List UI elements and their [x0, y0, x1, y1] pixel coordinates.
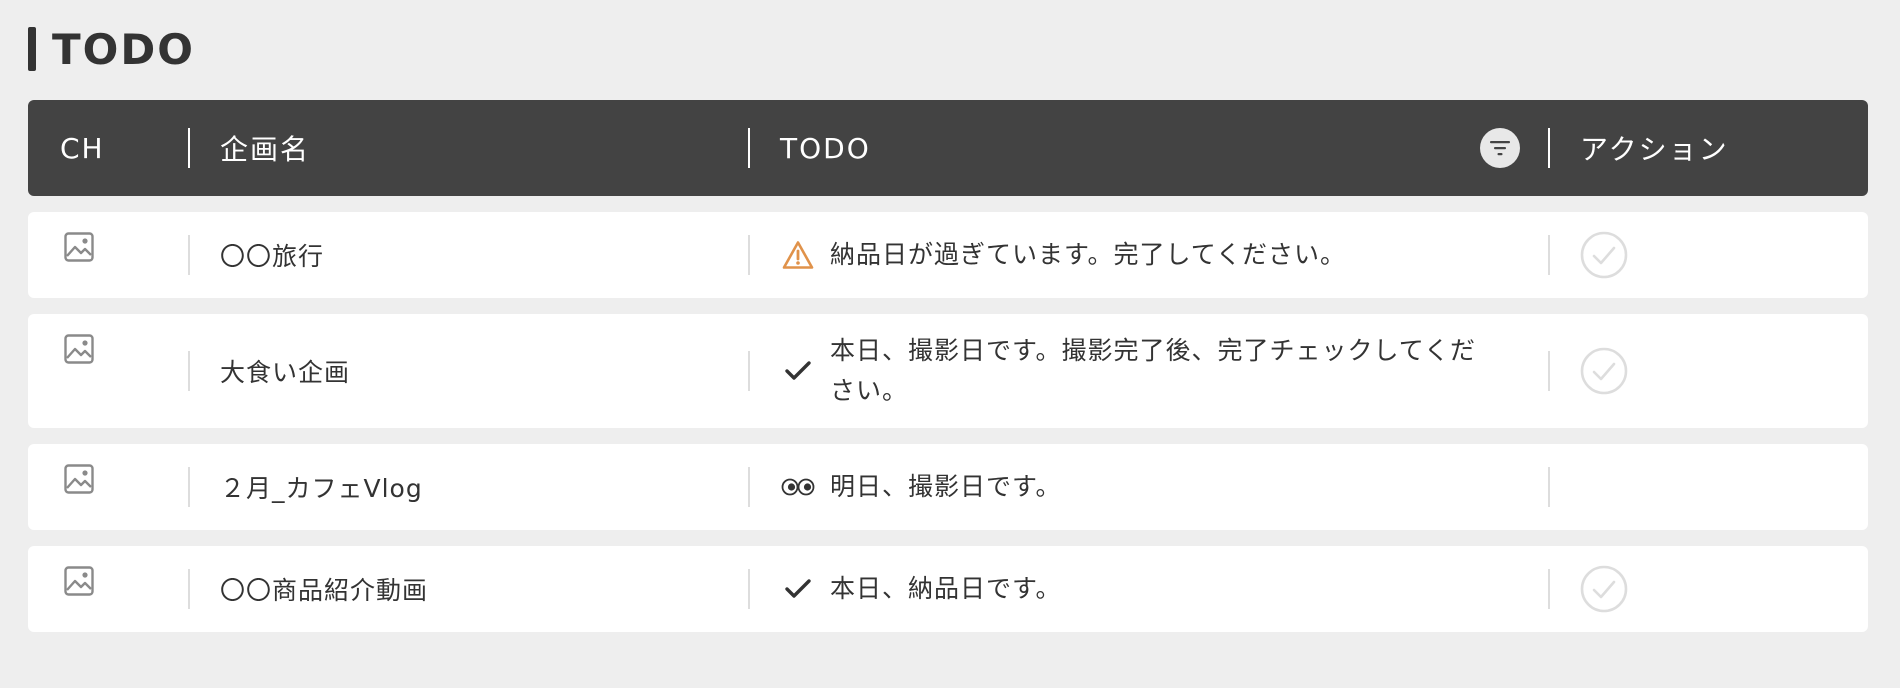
action-cell — [1548, 314, 1868, 428]
ch-cell — [28, 444, 188, 530]
ch-cell — [28, 212, 188, 298]
filter-icon — [1490, 141, 1510, 156]
todo-text: 納品日が過ぎています。完了してください。 — [830, 240, 1347, 269]
column-divider — [188, 351, 190, 391]
image-icon — [64, 566, 94, 596]
column-divider — [1548, 235, 1550, 275]
image-icon — [64, 232, 94, 262]
title-accent-bar — [28, 27, 36, 71]
header-name: 企画名 — [220, 133, 311, 166]
name-cell: 大食い企画 — [188, 314, 748, 428]
todo-cell: 明日、撮影日です。 — [748, 444, 1548, 530]
table-header: CH 企画名 TODO アクション — [28, 100, 1868, 196]
column-divider — [748, 235, 750, 275]
column-divider — [748, 569, 750, 609]
column-divider — [748, 128, 750, 168]
todo-cell: 本日、納品日です。 — [748, 546, 1548, 632]
project-name[interactable]: 大食い企画 — [220, 353, 350, 389]
column-divider — [1548, 128, 1550, 168]
column-divider — [1548, 351, 1550, 391]
table-row[interactable]: 〇〇商品紹介動画 本日、納品日です。 — [28, 546, 1868, 632]
action-cell — [1548, 212, 1868, 298]
column-divider — [748, 351, 750, 391]
table-row[interactable]: 〇〇旅行 納品日が過ぎています。完了してください。 — [28, 212, 1868, 298]
todo-text: 本日、納品日です。 — [830, 574, 1062, 603]
page-title: TODO — [52, 24, 195, 74]
image-icon — [64, 334, 94, 364]
todo-text: 明日、撮影日です。 — [830, 472, 1062, 501]
ch-cell — [28, 314, 188, 428]
column-divider — [1548, 569, 1550, 609]
project-name[interactable]: 〇〇商品紹介動画 — [220, 571, 428, 607]
project-name[interactable]: ２月_カフェVlog — [220, 469, 423, 505]
header-todo-cell: TODO — [748, 100, 1548, 196]
complete-check-button[interactable] — [1580, 231, 1628, 279]
complete-check-button[interactable] — [1580, 347, 1628, 395]
header-action: アクション — [1580, 133, 1729, 166]
name-cell: ２月_カフェVlog — [188, 444, 748, 530]
action-cell — [1548, 546, 1868, 632]
header-name-cell: 企画名 — [188, 100, 748, 196]
eyes-icon — [780, 478, 816, 496]
ch-cell — [28, 546, 188, 632]
header-todo: TODO — [780, 131, 871, 165]
column-divider — [748, 467, 750, 507]
column-divider — [188, 467, 190, 507]
project-name[interactable]: 〇〇旅行 — [220, 237, 324, 273]
todo-table: CH 企画名 TODO アクション 〇〇旅行 納品日が過ぎています。完了してくだ… — [28, 100, 1868, 632]
column-divider — [188, 235, 190, 275]
column-divider — [188, 569, 190, 609]
header-action-cell: アクション — [1548, 100, 1868, 196]
table-row[interactable]: 大食い企画 本日、撮影日です。撮影完了後、完了チェックしてください。 — [28, 314, 1868, 428]
warning-icon — [780, 240, 816, 270]
column-divider — [1548, 467, 1550, 507]
check-icon — [780, 359, 816, 383]
image-icon — [64, 464, 94, 494]
todo-cell: 納品日が過ぎています。完了してください。 — [748, 212, 1548, 298]
action-cell — [1548, 444, 1868, 530]
todo-page: TODO CH 企画名 TODO アクション 〇〇旅行 納品日が過ぎています。完… — [0, 0, 1900, 688]
name-cell: 〇〇旅行 — [188, 212, 748, 298]
header-ch: CH — [60, 131, 105, 165]
column-divider — [188, 128, 190, 168]
filter-button[interactable] — [1480, 128, 1520, 168]
complete-check-button[interactable] — [1580, 565, 1628, 613]
page-title-block: TODO — [28, 24, 195, 74]
todo-text: 本日、撮影日です。撮影完了後、完了チェックしてください。 — [830, 336, 1477, 405]
table-row[interactable]: ２月_カフェVlog 明日、撮影日です。 — [28, 444, 1868, 530]
name-cell: 〇〇商品紹介動画 — [188, 546, 748, 632]
check-icon — [780, 577, 816, 601]
todo-cell: 本日、撮影日です。撮影完了後、完了チェックしてください。 — [748, 314, 1548, 428]
